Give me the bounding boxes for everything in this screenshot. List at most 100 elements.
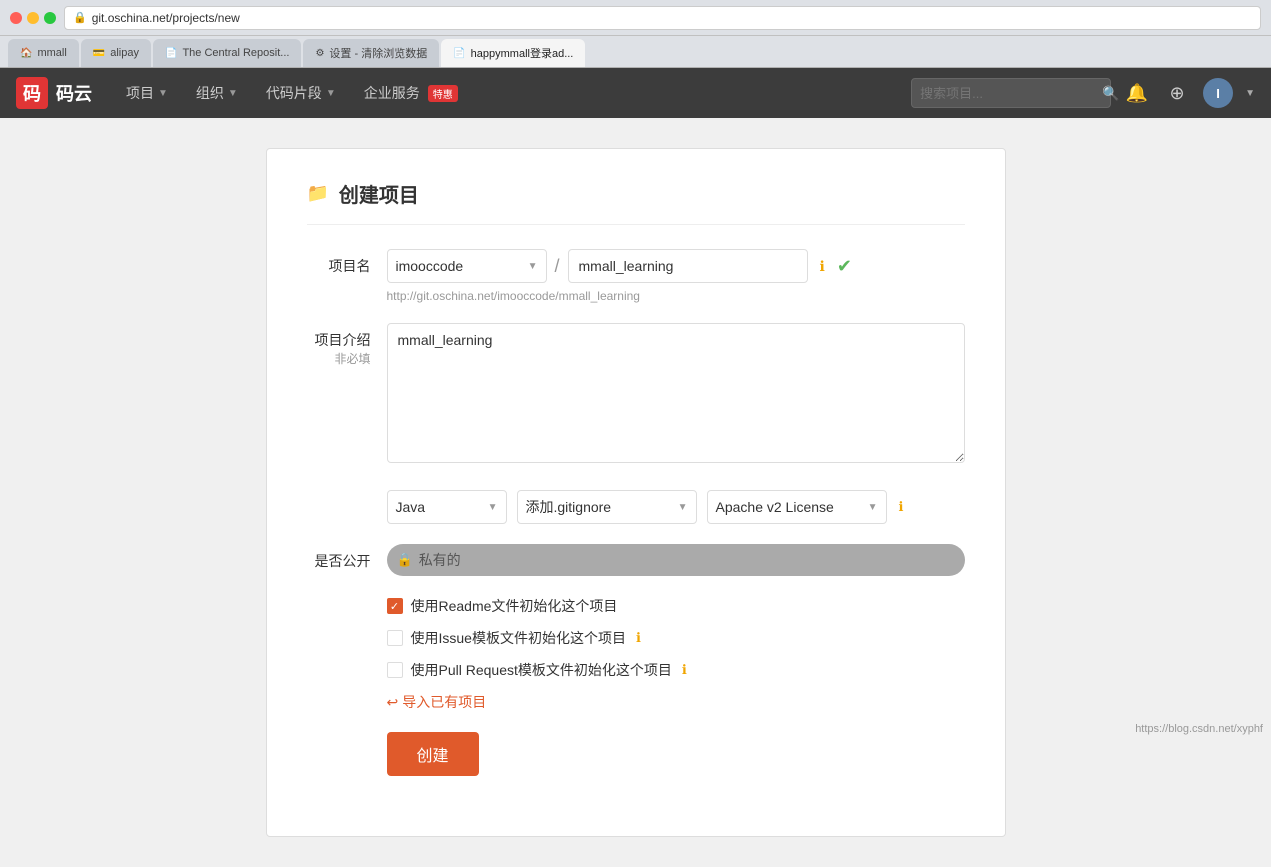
- issue-checkbox[interactable]: [387, 630, 403, 646]
- nav-item-projects[interactable]: 项目 ▼: [112, 68, 182, 118]
- chevron-down-icon-org: ▼: [228, 88, 238, 99]
- enterprise-badge: 特惠: [428, 85, 458, 102]
- issue-checkbox-row: 使用Issue模板文件初始化这个项目 ℹ: [387, 628, 965, 648]
- brand[interactable]: 码 码云: [16, 77, 92, 109]
- checkboxes-control: ✓ 使用Readme文件初始化这个项目 使用Issue模板文件初始化这个项目 ℹ…: [387, 596, 965, 776]
- minimize-window-button[interactable]: [27, 12, 39, 24]
- brand-logo-char: 码: [23, 80, 41, 106]
- project-name-control: imooccode ▼ / ℹ ✔ http://git.oschina.net…: [387, 249, 965, 303]
- issue-checkbox-label: 使用Issue模板文件初始化这个项目: [411, 628, 626, 648]
- privacy-row: 是否公开 🔒 私有的: [307, 544, 965, 576]
- address-text: git.oschina.net/projects/new: [92, 11, 240, 25]
- pullrequest-checkbox-label: 使用Pull Request模板文件初始化这个项目: [411, 660, 672, 680]
- valid-checkmark-icon: ✔: [837, 256, 852, 277]
- readme-checkbox-label: 使用Readme文件初始化这个项目: [411, 596, 618, 616]
- address-bar[interactable]: 🔒 git.oschina.net/projects/new: [64, 6, 1261, 30]
- description-textarea[interactable]: mmall_learning: [387, 323, 965, 463]
- project-name-row: 项目名 imooccode ▼ / ℹ ✔ http://git.oschina…: [307, 249, 965, 303]
- form-title-row: 📁 创建项目: [307, 179, 965, 225]
- slash-separator: /: [555, 256, 560, 277]
- browser-chrome: 🔒 git.oschina.net/projects/new: [0, 0, 1271, 36]
- info-icon-pullrequest: ℹ: [682, 662, 687, 678]
- options-row: Java ▼ 添加.gitignore ▼ Apache v2 License …: [307, 486, 965, 524]
- search-icon[interactable]: 🔍: [1102, 85, 1119, 102]
- browser-tab-5[interactable]: 📄 happymmall登录ad...: [441, 39, 585, 67]
- gitignore-value: 添加.gitignore: [526, 497, 612, 517]
- nav-label-enterprise: 企业服务: [364, 83, 420, 103]
- namespace-value: imooccode: [396, 258, 464, 274]
- browser-tab-2[interactable]: 💳 alipay: [81, 39, 151, 67]
- import-link[interactable]: ↩ 导入已有项目: [387, 692, 965, 712]
- submit-button[interactable]: 创建: [387, 732, 479, 776]
- browser-tab-3[interactable]: 📄 The Central Reposit...: [153, 39, 301, 67]
- options-label-empty: [307, 486, 387, 493]
- pullrequest-checkbox[interactable]: [387, 662, 403, 678]
- readme-checkbox-row: ✓ 使用Readme文件初始化这个项目: [387, 596, 965, 616]
- checkboxes-label-empty: [307, 596, 387, 603]
- repo-name-input[interactable]: [568, 249, 808, 283]
- notification-bell-icon[interactable]: 🔔: [1123, 79, 1151, 107]
- avatar-letter: I: [1216, 86, 1220, 101]
- brand-logo: 码: [16, 77, 48, 109]
- search-input[interactable]: [920, 86, 1096, 101]
- bottom-url-hint: https://blog.csdn.net/xyphf: [1135, 723, 1263, 735]
- tab-label-1: mmall: [37, 47, 66, 59]
- chevron-down-icon-namespace: ▼: [528, 261, 538, 272]
- close-window-button[interactable]: [10, 12, 22, 24]
- browser-tab-1[interactable]: 🏠 mmall: [8, 39, 79, 67]
- tab-label-2: alipay: [110, 47, 139, 59]
- tab-label-3: The Central Reposit...: [182, 47, 289, 59]
- project-name-label: 项目名: [307, 249, 387, 276]
- namespace-select[interactable]: imooccode ▼: [387, 249, 547, 283]
- nav-item-org[interactable]: 组织 ▼: [182, 68, 252, 118]
- tab-label-5: happymmall登录ad...: [471, 45, 574, 61]
- tab-favicon-2: 💳: [93, 48, 105, 59]
- info-icon-name: ℹ: [820, 258, 825, 275]
- checkboxes-row: ✓ 使用Readme文件初始化这个项目 使用Issue模板文件初始化这个项目 ℹ…: [307, 596, 965, 776]
- readme-checkbox[interactable]: ✓: [387, 598, 403, 614]
- avatar[interactable]: I: [1203, 78, 1233, 108]
- privacy-control: 🔒 私有的: [387, 544, 965, 576]
- tab-favicon-4: ⚙: [315, 48, 324, 59]
- nav-item-enterprise[interactable]: 企业服务 特惠: [350, 68, 472, 118]
- options-selects: Java ▼ 添加.gitignore ▼ Apache v2 License …: [387, 490, 965, 524]
- navbar-right: 🔍 🔔 ⊕ I ▼: [911, 78, 1255, 108]
- browser-tab-4[interactable]: ⚙ 设置 - 清除浏览数据: [303, 39, 439, 67]
- nav-item-snippets[interactable]: 代码片段 ▼: [252, 68, 350, 118]
- tabs-bar: 🏠 mmall 💳 alipay 📄 The Central Reposit..…: [0, 36, 1271, 68]
- nav-label-projects: 项目: [126, 83, 154, 103]
- form-title: 创建项目: [339, 179, 419, 208]
- ssl-lock-icon: 🔒: [73, 11, 87, 24]
- search-bar[interactable]: 🔍: [911, 78, 1111, 108]
- navbar: 码 码云 项目 ▼ 组织 ▼ 代码片段 ▼ 企业服务 特惠 🔍 🔔 ⊕ I ▼: [0, 68, 1271, 118]
- import-label: 导入已有项目: [402, 692, 486, 712]
- language-value: Java: [396, 499, 426, 515]
- tab-favicon-1: 🏠: [20, 48, 32, 59]
- brand-name: 码云: [56, 80, 92, 106]
- language-select[interactable]: Java ▼: [387, 490, 507, 524]
- pullrequest-checkbox-row: 使用Pull Request模板文件初始化这个项目 ℹ: [387, 660, 965, 680]
- lock-icon: 🔒: [397, 552, 413, 568]
- create-project-form: 📁 创建项目 项目名 imooccode ▼ / ℹ ✔ http:/: [266, 148, 1006, 837]
- chevron-down-icon-projects: ▼: [158, 88, 168, 99]
- checkmark-icon: ✓: [390, 600, 399, 613]
- privacy-toggle-button[interactable]: 🔒 私有的: [387, 544, 965, 576]
- options-control: Java ▼ 添加.gitignore ▼ Apache v2 License …: [387, 486, 965, 524]
- chevron-down-icon-license: ▼: [868, 502, 878, 513]
- nav-label-org: 组织: [196, 83, 224, 103]
- description-control: mmall_learning: [387, 323, 965, 466]
- info-icon-issue: ℹ: [636, 630, 641, 646]
- license-select[interactable]: Apache v2 License ▼: [707, 490, 887, 524]
- add-icon[interactable]: ⊕: [1163, 79, 1191, 107]
- description-label: 项目介绍 非必填: [307, 323, 387, 367]
- maximize-window-button[interactable]: [44, 12, 56, 24]
- tab-favicon-5: 📄: [453, 48, 465, 59]
- privacy-label: 是否公开: [307, 544, 387, 571]
- chevron-down-icon-snippets: ▼: [326, 88, 336, 99]
- tab-label-4: 设置 - 清除浏览数据: [329, 45, 427, 61]
- description-row: 项目介绍 非必填 mmall_learning: [307, 323, 965, 466]
- description-sublabel: 非必填: [307, 350, 371, 367]
- gitignore-select[interactable]: 添加.gitignore ▼: [517, 490, 697, 524]
- project-url-hint: http://git.oschina.net/imooccode/mmall_l…: [387, 289, 965, 303]
- privacy-value: 私有的: [419, 550, 461, 570]
